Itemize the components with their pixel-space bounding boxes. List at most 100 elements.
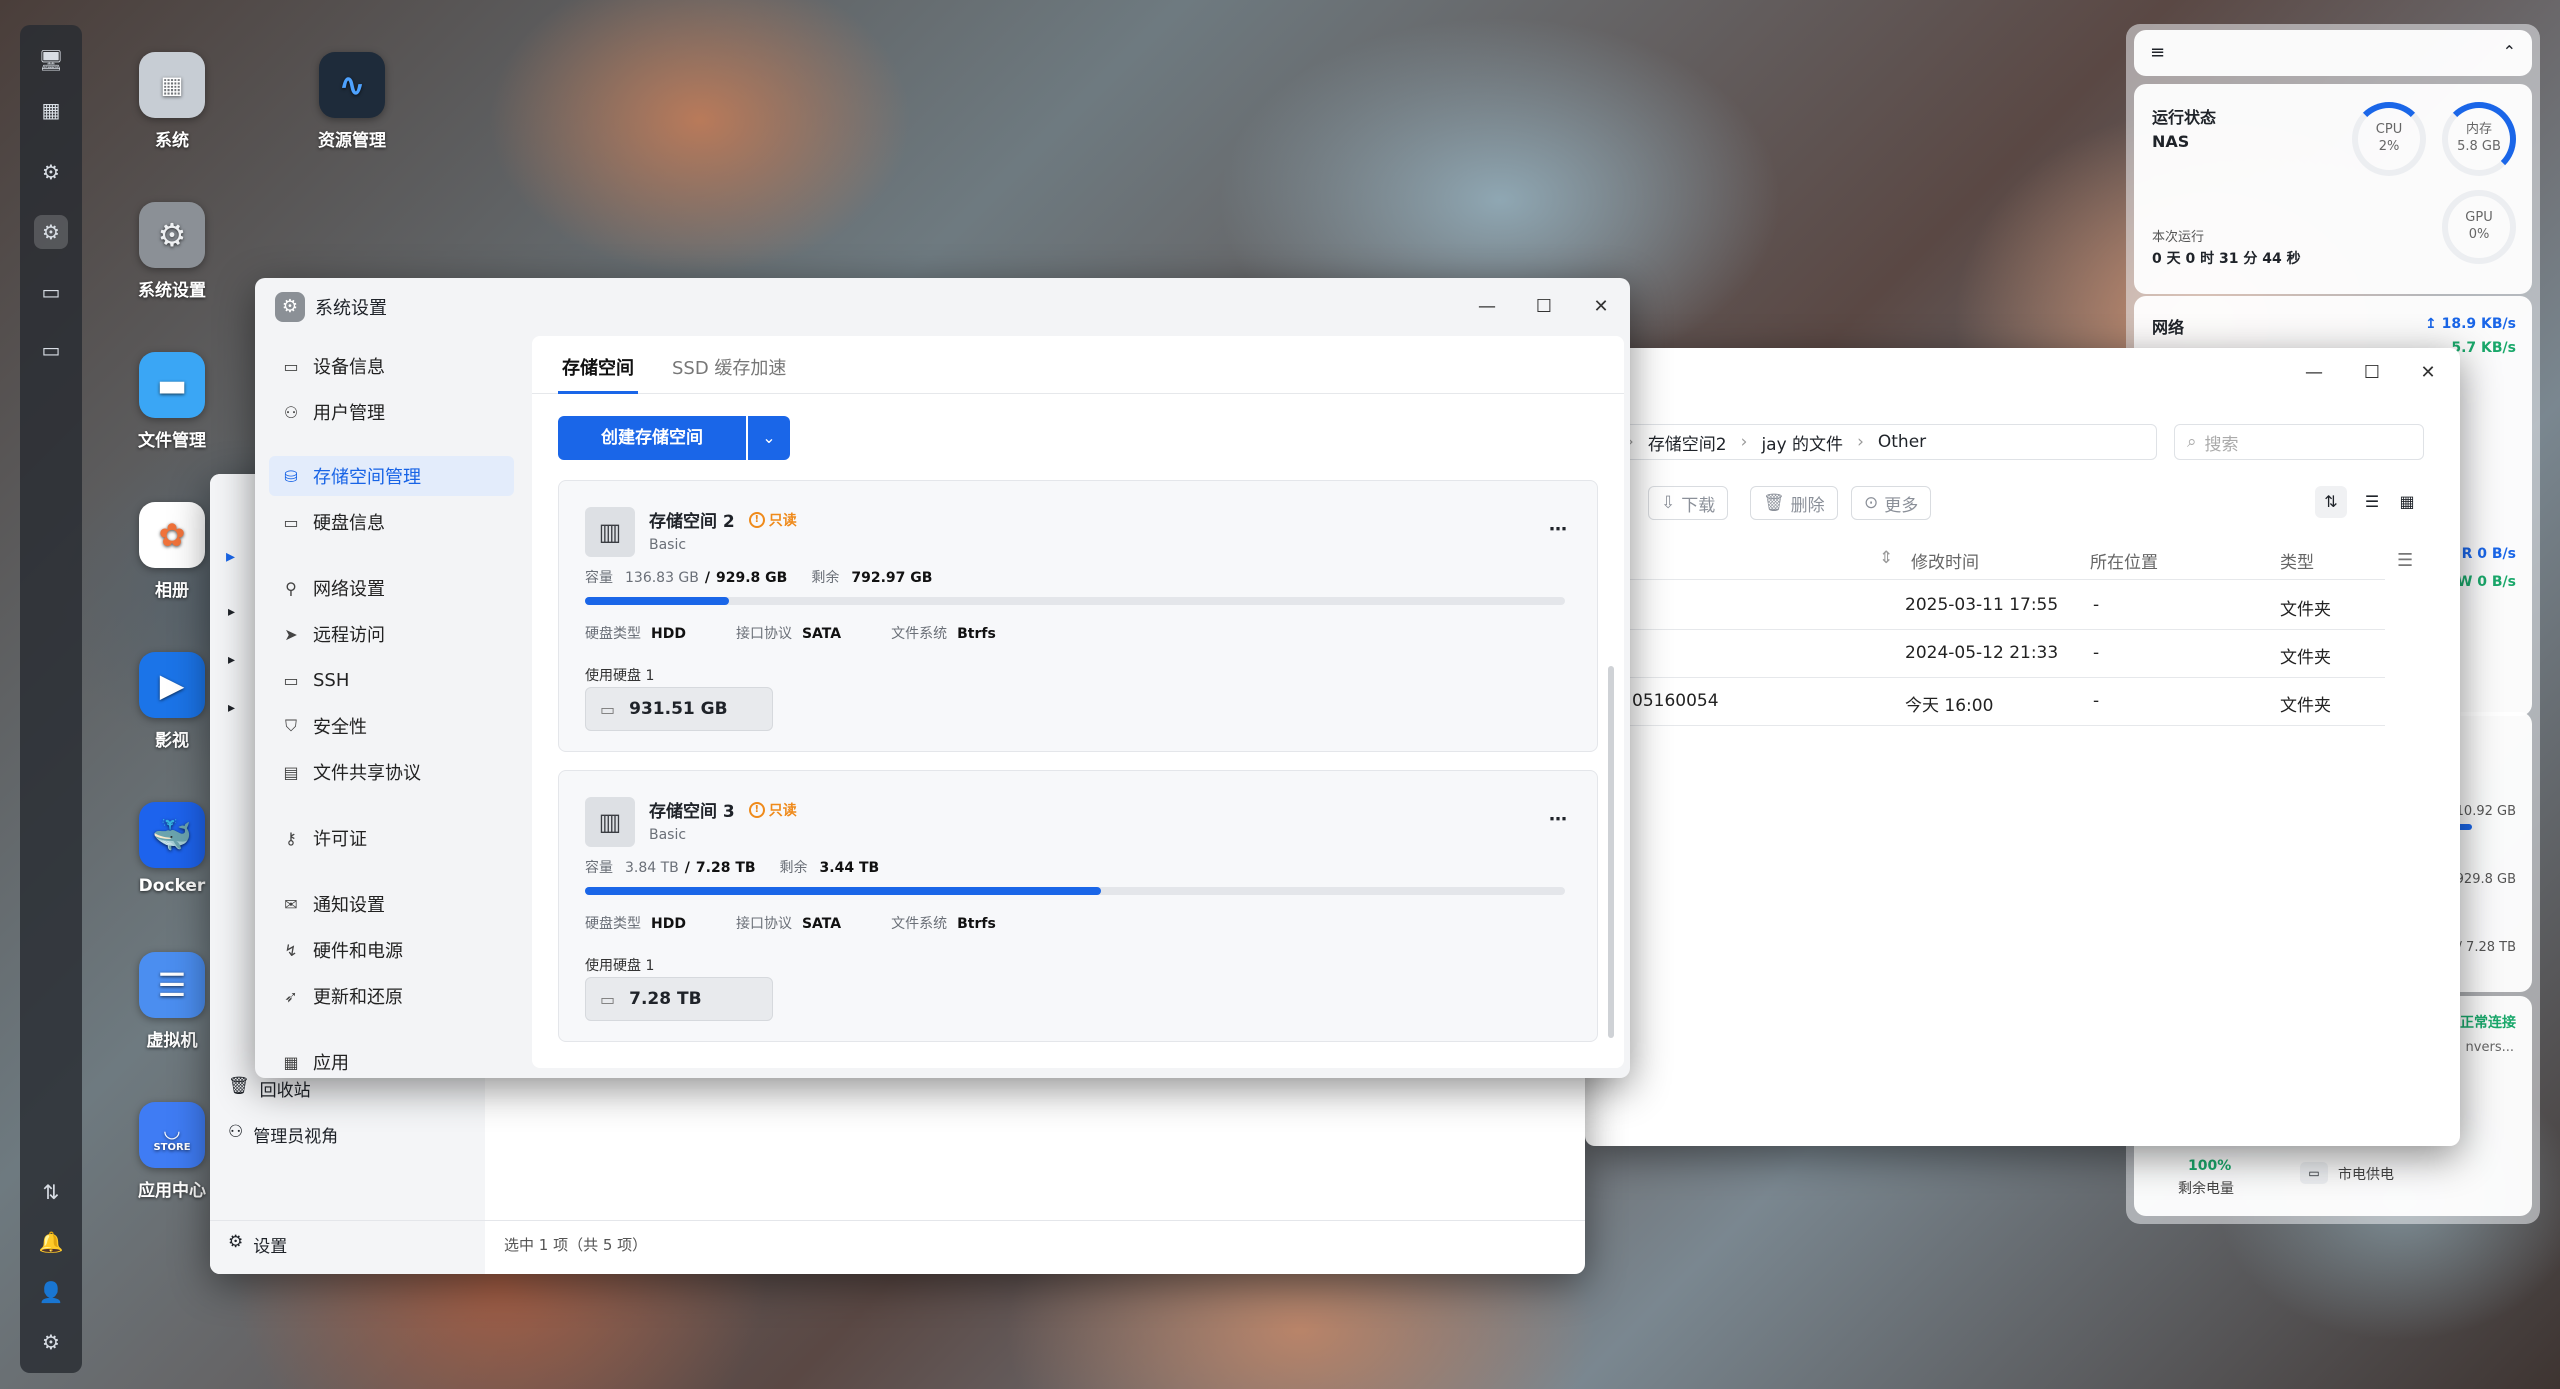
sidebar-settings-button[interactable]: ⚙ 设置	[228, 1232, 287, 1257]
widget-list-icon[interactable]: ≡	[2150, 42, 2165, 63]
sort-icon[interactable]: ⇅	[2315, 486, 2347, 518]
column-type[interactable]: 类型	[2280, 548, 2314, 573]
chevron-right-icon: ›	[1740, 432, 1748, 452]
tab-storage[interactable]: 存储空间	[562, 354, 634, 380]
trash-icon: 🗑	[1763, 493, 1785, 513]
gear-icon[interactable]: ⚙	[34, 1325, 68, 1359]
memory-label: 内存	[2465, 122, 2492, 138]
tab-ssd-cache[interactable]: SSD 缓存加速	[672, 354, 786, 380]
breadcrumb-item[interactable]: 存储空间2	[1648, 430, 1727, 455]
free-value: 792.97 GB	[851, 570, 933, 586]
desktop-app-system[interactable]: ▦ 系统	[112, 52, 232, 151]
row-name: 05160054	[1632, 691, 1719, 711]
more-button[interactable]: ⊙ 更多	[1851, 486, 1932, 520]
maximize-icon[interactable]: ☐	[2358, 358, 2386, 386]
sidebar-item-admin-view[interactable]: ⚇ 管理员视角	[228, 1122, 338, 1147]
sidebar-item-users[interactable]: ⚇ 用户管理	[269, 392, 514, 432]
desktop-app-settings[interactable]: ⚙ 系统设置	[112, 202, 232, 301]
list-view-icon[interactable]: ☰	[2358, 486, 2386, 518]
create-dropdown-chevron-down-icon[interactable]: ⌄	[748, 416, 790, 460]
trash-icon: 🗑	[228, 1076, 250, 1096]
more-options-icon[interactable]: ⋯	[1549, 809, 1567, 830]
grid-view-icon[interactable]: ▦	[2393, 486, 2421, 518]
scrollbar[interactable]	[1608, 666, 1614, 1038]
desktop-app-resource-monitor[interactable]: ∿ 资源管理	[292, 52, 412, 151]
chevron-right-icon[interactable]: ▸	[228, 652, 235, 668]
storage-size-3: / 7.28 TB	[2457, 940, 2516, 955]
breadcrumb-item[interactable]: jay 的文件	[1761, 430, 1843, 455]
power-icon: ↯	[284, 940, 298, 960]
chevron-right-icon[interactable]: ▸	[226, 546, 235, 567]
chevron-right-icon[interactable]: ▸	[228, 700, 235, 716]
dock-settings-icon[interactable]: ⚙	[34, 155, 68, 189]
create-storage-button[interactable]: 创建存储空间	[558, 416, 746, 460]
sidebar-item-device-info[interactable]: ▭ 设备信息	[269, 346, 514, 386]
table-row[interactable]: 2025-03-11 17:55 - 文件夹	[1585, 582, 2385, 630]
sidebar-item-apps[interactable]: ▦ 应用	[269, 1042, 514, 1078]
close-icon[interactable]: ✕	[1587, 292, 1615, 320]
uptime-value: 0 天 0 时 31 分 44 秒	[2152, 251, 2301, 267]
sidebar-label: 硬件和电源	[313, 941, 403, 962]
disk-write: W 0 B/s	[2456, 574, 2516, 590]
disk-icon: ▭	[283, 512, 299, 532]
breadcrumb-item[interactable]: Other	[1878, 432, 1926, 452]
capacity-bar	[585, 597, 1565, 605]
pool-type: Basic	[649, 537, 687, 553]
column-modified[interactable]: 修改时间	[1911, 548, 1979, 573]
capacity-used: 3.84 TB	[625, 860, 679, 876]
resource-monitor-icon: ∿	[319, 52, 385, 118]
chevron-right-icon[interactable]: ▸	[228, 604, 235, 620]
sidebar-item-storage[interactable]: ⛁ 存储空间管理	[269, 456, 514, 496]
minimize-icon[interactable]: —	[1473, 292, 1501, 320]
sidebar-item-update[interactable]: ➶ 更新和还原	[269, 976, 514, 1016]
minimize-icon[interactable]: —	[2300, 358, 2328, 386]
sidebar-item-power[interactable]: ↯ 硬件和电源	[269, 930, 514, 970]
sidebar-item-disks[interactable]: ▭ 硬盘信息	[269, 502, 514, 542]
app-launcher-icon[interactable]: ▦	[34, 93, 68, 127]
sidebar-item-license[interactable]: ⚷ 许可证	[269, 818, 514, 858]
download-button[interactable]: ⇩ 下载	[1648, 486, 1729, 520]
sidebar-item-network[interactable]: ⚲ 网络设置	[269, 568, 514, 608]
chevron-right-icon: ›	[1857, 432, 1864, 452]
dock-files-icon[interactable]: ▭	[34, 275, 68, 309]
sidebar-item-ssh[interactable]: ▭ SSH	[269, 660, 514, 700]
dock-settings-active-icon[interactable]: ⚙	[34, 215, 68, 249]
sidebar-label: 应用	[313, 1053, 349, 1074]
delete-button[interactable]: 🗑 删除	[1750, 486, 1838, 520]
sidebar-item-recycle[interactable]: 🗑 回收站	[228, 1076, 311, 1101]
sidebar-item-sharing[interactable]: ▤ 文件共享协议	[269, 752, 514, 792]
key-icon: ⚷	[285, 828, 297, 848]
dock-files-2-icon[interactable]: ▭	[34, 333, 68, 367]
sidebar-item-security[interactable]: ⛉ 安全性	[269, 706, 514, 746]
column-location[interactable]: 所在位置	[2090, 548, 2158, 573]
collapse-icon[interactable]: ⌃	[2503, 42, 2516, 61]
more-options-icon[interactable]: ⋯	[1549, 519, 1567, 540]
disk-chip[interactable]: ▭ 931.51 GB	[585, 687, 773, 731]
user-icon[interactable]: 👤	[34, 1275, 68, 1309]
desktop-icon[interactable]: 🖥	[34, 43, 68, 77]
desktop-app-label: 文件管理	[138, 431, 206, 451]
status-widget: 运行状态 NAS CPU 2% 内存 5.8 GB GPU 0% 本次运行 0 …	[2134, 84, 2532, 294]
sidebar-item-notifications[interactable]: ✉ 通知设置	[269, 884, 514, 924]
sort-direction-icon[interactable]: ⇕	[1879, 548, 1893, 568]
transfer-icon[interactable]: ⇅	[34, 1175, 68, 1209]
maximize-icon[interactable]: ☐	[1530, 292, 1558, 320]
gpu-label: GPU	[2465, 210, 2493, 226]
search-input[interactable]: ⌕ 搜索	[2174, 424, 2424, 460]
sidebar-item-remote[interactable]: ➤ 远程访问	[269, 614, 514, 654]
column-settings-icon[interactable]: ☰	[2397, 550, 2413, 571]
cpu-value: 2%	[2378, 139, 2400, 154]
ups-battery-label: 剩余电量	[2178, 1181, 2234, 1197]
table-row[interactable]: 05160054 今天 16:00 - 文件夹	[1585, 678, 2385, 726]
interface-label: 接口协议	[735, 916, 792, 932]
admin-view-label: 管理员视角	[253, 1127, 339, 1147]
bell-icon[interactable]: 🔔	[34, 1225, 68, 1259]
desktop-app-files[interactable]: ▬ 文件管理	[112, 352, 232, 451]
warning-icon: !	[748, 801, 765, 818]
row-modified: 2024-05-12 21:33	[1905, 643, 2059, 663]
free-value: 3.44 TB	[819, 860, 880, 876]
close-icon[interactable]: ✕	[2414, 358, 2442, 386]
table-row[interactable]: 2024-05-12 21:33 - 文件夹	[1585, 630, 2385, 678]
disk-chip[interactable]: ▭ 7.28 TB	[585, 977, 773, 1021]
search-icon: ⌕	[2187, 432, 2197, 452]
